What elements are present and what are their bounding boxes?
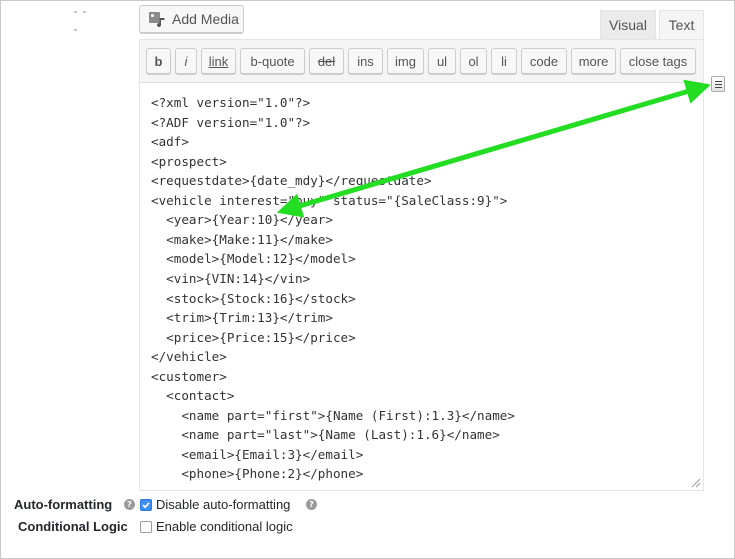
code-line: <stock>{Stock:16}</stock> <box>151 290 356 306</box>
code-line: <customer> <box>151 368 227 384</box>
code-line: <?ADF version="1.0"?> <box>151 114 311 130</box>
quicktag-del-button[interactable]: del <box>309 48 344 74</box>
code-line: <vin>{VIN:14}</vin> <box>151 270 311 286</box>
auto-formatting-help-icon[interactable]: ? <box>124 499 135 510</box>
code-line: <?xml version="1.0"?> <box>151 95 311 110</box>
media-icon <box>148 10 166 28</box>
code-textarea[interactable]: <?xml version="1.0"?> <?ADF version="1.0"… <box>140 83 703 490</box>
code-line: <contact> <box>151 388 235 404</box>
code-line: <price>{Price:15}</price> <box>151 329 356 345</box>
add-media-button[interactable]: Add Media <box>139 5 244 33</box>
quicktag-bold-button[interactable]: b <box>146 48 171 74</box>
enable-conditional-logic-label[interactable]: Enable conditional logic <box>156 519 293 534</box>
cropped-top-edge <box>74 0 98 31</box>
quicktag-close-tags-button[interactable]: close tags <box>620 48 696 74</box>
code-line: <trim>{Trim:13}</trim> <box>151 310 333 326</box>
code-line: <model>{Model:12}</model> <box>151 251 356 267</box>
text-editor: b i link b-quote del ins img ul ol li co… <box>139 39 704 491</box>
code-line: <adf> <box>151 134 189 150</box>
code-line: <name part="last">{Name (Last):1.6}</nam… <box>151 427 500 443</box>
code-line: <phone>{Phone:2}</phone> <box>151 466 364 482</box>
quicktag-italic-button[interactable]: i <box>175 48 197 74</box>
quicktag-li-button[interactable]: li <box>491 48 517 74</box>
code-line: <name part="first">{Name (First):1.3}</n… <box>151 407 515 423</box>
quicktag-blockquote-button[interactable]: b-quote <box>240 48 305 74</box>
enable-conditional-logic-checkbox[interactable] <box>140 521 152 533</box>
code-line: <vehicle interest="buy" status="{SaleCla… <box>151 192 508 208</box>
code-line: <email>{Email:3}</email> <box>151 446 364 462</box>
auto-formatting-label: Auto-formatting <box>14 497 113 512</box>
quicktag-ins-button[interactable]: ins <box>348 48 383 74</box>
disable-auto-formatting-checkbox[interactable] <box>140 499 152 511</box>
scroll-toggle-icon[interactable] <box>711 76 725 92</box>
code-line: </vehicle> <box>151 349 227 365</box>
add-media-label: Add Media <box>172 11 239 27</box>
disable-auto-formatting-label[interactable]: Disable auto-formatting <box>156 497 290 512</box>
quicktag-img-button[interactable]: img <box>387 48 424 74</box>
quicktag-ul-button[interactable]: ul <box>428 48 456 74</box>
quicktags-toolbar: b i link b-quote del ins img ul ol li co… <box>140 40 703 83</box>
quicktag-code-button[interactable]: code <box>521 48 567 74</box>
quicktag-link-button[interactable]: link <box>201 48 236 74</box>
disable-auto-formatting-help-icon[interactable]: ? <box>306 499 317 510</box>
conditional-logic-label: Conditional Logic <box>18 519 128 534</box>
checkmark-icon <box>142 502 150 509</box>
resize-grip-icon[interactable] <box>689 476 701 488</box>
code-line: <year>{Year:10}</year> <box>151 212 333 228</box>
code-line: <requestdate>{date_mdy}</requestdate> <box>151 173 432 189</box>
code-line: <make>{Make:11}</make> <box>151 231 333 247</box>
quicktag-ol-button[interactable]: ol <box>460 48 487 74</box>
code-line: <prospect> <box>151 153 227 169</box>
tab-text[interactable]: Text <box>659 10 704 39</box>
quicktag-more-button[interactable]: more <box>571 48 616 74</box>
tab-visual[interactable]: Visual <box>600 10 656 39</box>
